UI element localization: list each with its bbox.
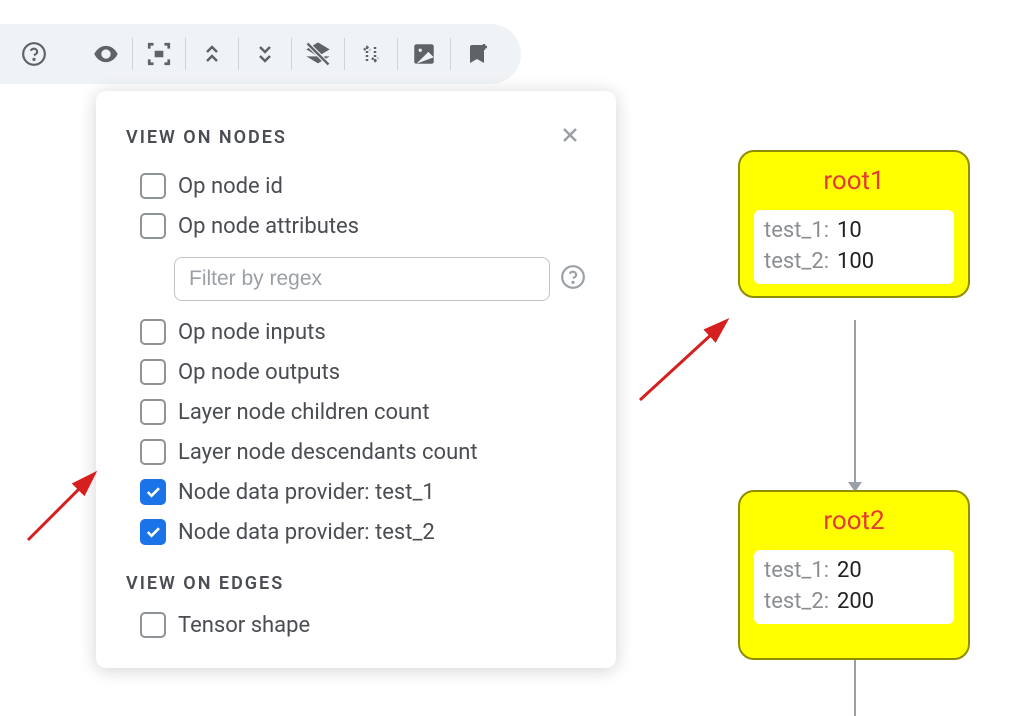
option-label: Tensor shape <box>178 613 310 638</box>
data-value: 200 <box>837 587 874 618</box>
option-node-data-provider-test1[interactable]: Node data provider: test_1 <box>140 475 586 509</box>
option-label: Op node inputs <box>178 320 326 345</box>
option-label: Layer node children count <box>178 400 430 425</box>
checkbox[interactable] <box>140 439 166 465</box>
option-label: Op node id <box>178 174 283 199</box>
option-op-node-outputs[interactable]: Op node outputs <box>140 355 586 389</box>
checkbox[interactable] <box>140 399 166 425</box>
fit-screen-icon[interactable] <box>137 32 181 76</box>
checkbox[interactable] <box>140 319 166 345</box>
arrange-vertical-icon[interactable] <box>349 32 393 76</box>
checkbox-checked[interactable] <box>140 519 166 545</box>
data-key: test_1: <box>764 556 829 587</box>
node-title: root1 <box>754 166 954 196</box>
filter-regex-input[interactable] <box>174 257 550 301</box>
data-key: test_1: <box>764 216 829 247</box>
collapse-all-icon[interactable] <box>243 32 287 76</box>
option-node-data-provider-test2[interactable]: Node data provider: test_2 <box>140 515 586 549</box>
help-icon[interactable] <box>12 32 56 76</box>
option-layer-children-count[interactable]: Layer node children count <box>140 395 586 429</box>
annotation-arrow-icon <box>18 460 108 550</box>
view-options-panel: VIEW ON NODES Op node id Op node attribu… <box>96 91 616 668</box>
toolbar <box>0 24 521 84</box>
close-icon[interactable] <box>554 119 586 155</box>
option-layer-descendants-count[interactable]: Layer node descendants count <box>140 435 586 469</box>
panel-nodes-title: VIEW ON NODES <box>126 127 287 148</box>
node-data-block: test_1: 10 test_2: 100 <box>754 210 954 284</box>
filter-help-icon[interactable] <box>560 264 586 294</box>
image-icon[interactable] <box>402 32 446 76</box>
option-label: Op node outputs <box>178 360 340 385</box>
bookmark-add-icon[interactable] <box>455 32 499 76</box>
data-key: test_2: <box>764 587 829 618</box>
option-op-node-inputs[interactable]: Op node inputs <box>140 315 586 349</box>
node-title: root2 <box>754 506 954 536</box>
node-data-block: test_1: 20 test_2: 200 <box>754 550 954 624</box>
checkbox[interactable] <box>140 612 166 638</box>
data-value: 10 <box>837 216 862 247</box>
option-label: Node data provider: test_2 <box>178 520 435 545</box>
checkbox-checked[interactable] <box>140 479 166 505</box>
data-value: 20 <box>837 556 862 587</box>
option-label: Layer node descendants count <box>178 440 478 465</box>
data-value: 100 <box>837 247 874 278</box>
option-label: Op node attributes <box>178 214 359 239</box>
option-label: Node data provider: test_1 <box>178 480 435 505</box>
option-tensor-shape[interactable]: Tensor shape <box>140 608 586 642</box>
graph-edge <box>854 320 856 490</box>
checkbox[interactable] <box>140 173 166 199</box>
checkbox[interactable] <box>140 359 166 385</box>
graph-node-root1[interactable]: root1 test_1: 10 test_2: 100 <box>738 150 970 298</box>
expand-all-icon[interactable] <box>190 32 234 76</box>
graph-node-root2[interactable]: root2 test_1: 20 test_2: 200 <box>738 490 970 660</box>
option-op-node-id[interactable]: Op node id <box>140 169 586 203</box>
data-key: test_2: <box>764 247 829 278</box>
annotation-arrow-icon <box>630 310 740 410</box>
panel-edges-title: VIEW ON EDGES <box>126 573 586 594</box>
option-op-node-attributes[interactable]: Op node attributes <box>140 209 586 243</box>
eye-icon[interactable] <box>84 32 128 76</box>
checkbox[interactable] <box>140 213 166 239</box>
graph-edge <box>854 660 856 716</box>
layers-off-icon[interactable] <box>296 32 340 76</box>
